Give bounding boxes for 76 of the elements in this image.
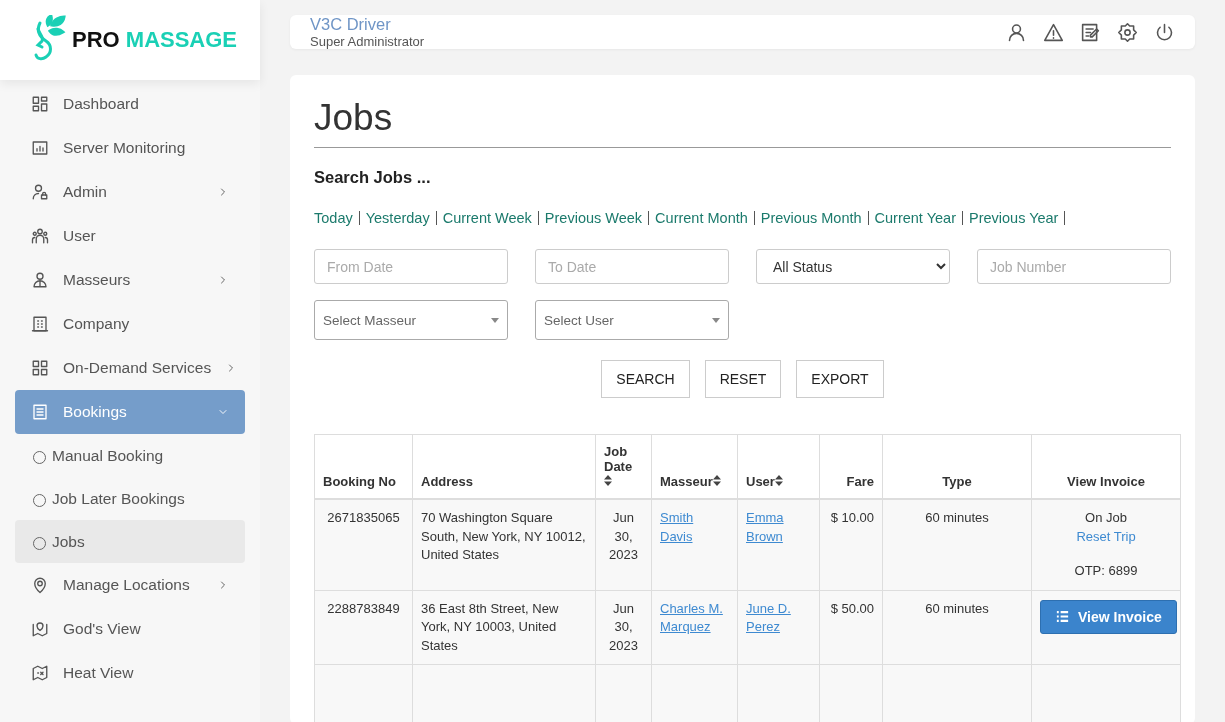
building-icon: [31, 315, 49, 333]
section-heading: Search Jobs ...: [314, 168, 432, 187]
table-cell: 36 East 8th Street, New York, NY 10003, United States: [421, 600, 559, 653]
date-range-link[interactable]: Today: [314, 211, 360, 225]
sidebar-item[interactable]: Masseurs: [15, 258, 245, 302]
table-cell: 60 minutes: [925, 510, 989, 525]
sidebar-subitem[interactable]: Job Later Bookings: [15, 477, 245, 520]
table-cell: 60 minutes: [925, 600, 989, 616]
chart-icon: [31, 139, 49, 157]
profile-icon: [1006, 21, 1027, 43]
status-select[interactable]: All Status: [756, 249, 950, 284]
action-button[interactable]: SEARCH: [601, 360, 690, 398]
date-range-link[interactable]: Previous Year: [968, 211, 1066, 225]
action-button[interactable]: EXPORT: [796, 360, 884, 398]
sidebar-item[interactable]: Heat View: [15, 651, 245, 695]
user-name: V3C Driver: [310, 15, 392, 34]
date-range-link[interactable]: Previous Month: [760, 211, 869, 225]
grid-icon: [31, 95, 49, 113]
sort-icon[interactable]: [712, 475, 721, 486]
settings-icon: [1117, 21, 1138, 43]
sidebar-item[interactable]: User: [15, 214, 245, 258]
sidebar-item[interactable]: God's View: [15, 607, 245, 651]
brand-name: PRO MASSAGE: [72, 27, 238, 53]
power-icon: [1154, 21, 1175, 43]
warning-icon: [1043, 21, 1064, 43]
dropdown-field[interactable]: Select Masseur: [314, 300, 508, 340]
date-range-link[interactable]: Current Month: [655, 211, 755, 225]
table-cell: Jun 30, 2023: [609, 600, 638, 653]
reset-trip-link[interactable]: Reset Trip: [1040, 527, 1172, 546]
table-cell: 2671835065: [327, 510, 400, 525]
date-range-link[interactable]: Current Year: [874, 211, 963, 225]
action-button[interactable]: RESET: [704, 360, 782, 398]
table-cell: $ 50.00: [830, 600, 874, 616]
map-pin-icon: [31, 620, 49, 638]
column-header: Fare: [846, 474, 874, 489]
table-cell: Jun 30, 2023: [609, 510, 638, 562]
column-header[interactable]: Masseur: [660, 474, 713, 489]
dropdown-field[interactable]: Select User: [535, 300, 729, 340]
column-header: View Invoice: [1067, 474, 1145, 489]
otp-text: OTP: 6899: [1073, 562, 1139, 580]
column-header: Type: [942, 474, 972, 489]
sort-icon[interactable]: [774, 475, 783, 486]
sidebar-item[interactable]: Company: [15, 302, 245, 346]
view-invoice-button[interactable]: View Invoice: [1040, 599, 1177, 634]
table-cell: 2288783849: [327, 600, 400, 616]
grid-icon: [31, 359, 49, 377]
sidebar-item[interactable]: Dashboard: [15, 82, 245, 126]
sidebar-subitem[interactable]: Jobs: [15, 520, 245, 563]
sidebar-item[interactable]: On-Demand Services: [15, 346, 245, 390]
text-field[interactable]: To Date: [535, 249, 729, 284]
date-range-link[interactable]: Previous Week: [544, 211, 650, 225]
sort-icon[interactable]: [604, 475, 612, 486]
column-header: Booking No: [323, 474, 396, 489]
edit-note-icon: [1080, 21, 1101, 43]
table-cell: $ 10.00: [830, 510, 874, 525]
users-icon: [31, 227, 49, 245]
table-cell: 70 Washington Square South, New York, NY 10012, United States: [421, 510, 586, 562]
column-header: Address: [421, 474, 474, 489]
date-range-link[interactable]: Yesterday: [365, 211, 437, 225]
map-icon: [31, 664, 49, 682]
sidebar-subitem[interactable]: Manual Booking: [15, 434, 245, 477]
document-icon: [31, 403, 49, 421]
text-field[interactable]: From Date: [314, 249, 508, 284]
sidebar-item[interactable]: Manage Locations: [15, 563, 245, 607]
list-icon: [1055, 609, 1070, 624]
status-text: On Job: [1084, 509, 1128, 527]
date-range-link[interactable]: Current Week: [442, 211, 539, 225]
page-title: Jobs: [314, 97, 1171, 148]
sidebar-item[interactable]: Admin: [15, 170, 245, 214]
sidebar-item[interactable]: Server Monitoring: [15, 126, 245, 170]
text-field[interactable]: Job Number: [977, 249, 1171, 284]
column-header[interactable]: User: [746, 474, 775, 489]
user-role: Super Administrator: [310, 34, 426, 49]
person-icon: [31, 271, 49, 289]
location-pin-icon: [31, 576, 49, 594]
user-lock-icon: [31, 183, 49, 201]
